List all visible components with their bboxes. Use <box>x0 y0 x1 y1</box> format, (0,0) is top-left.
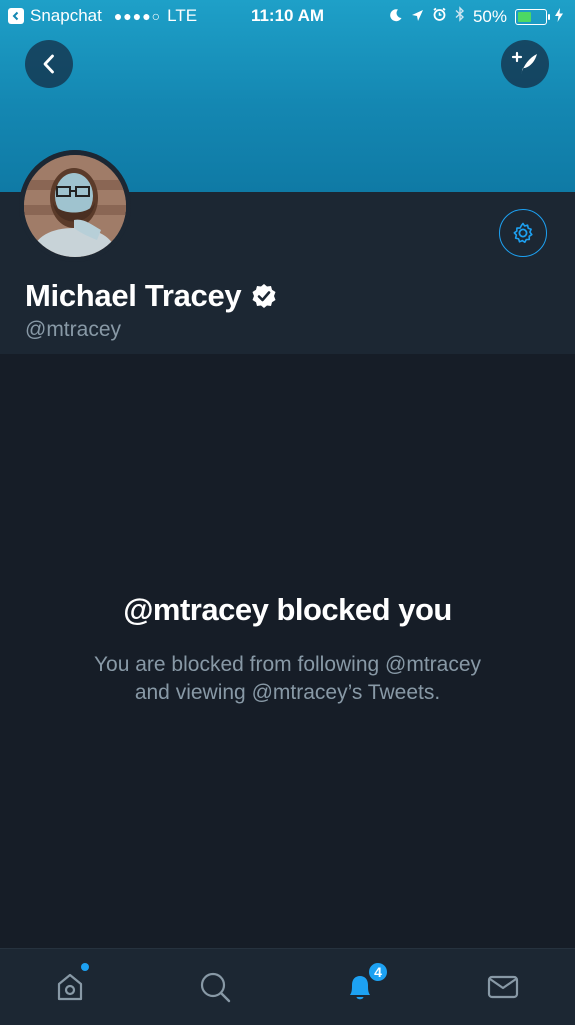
display-name: Michael Tracey <box>25 278 242 313</box>
home-new-content-dot <box>81 963 89 971</box>
compose-feather-icon <box>511 51 537 74</box>
profile-photo <box>19 150 131 262</box>
back-button[interactable] <box>25 40 73 88</box>
profile-name: Michael Tracey <box>25 278 277 314</box>
profile-handle: @mtracey <box>25 318 121 341</box>
location-arrow-icon <box>411 7 424 27</box>
blocked-message: You are blocked from following @mtracey … <box>40 651 535 707</box>
chevron-left-icon <box>43 54 54 74</box>
battery-icon <box>515 8 550 25</box>
home-icon <box>57 973 83 1001</box>
status-bar-right: 50% <box>389 6 563 27</box>
compose-tweet-button[interactable] <box>501 40 549 88</box>
battery-level <box>518 11 531 22</box>
bluetooth-icon <box>455 6 465 27</box>
charging-icon <box>555 7 563 27</box>
search-icon <box>200 972 231 1003</box>
blocked-message-line-2: and viewing @mtracey’s Tweets. <box>134 681 441 704</box>
messages-icon <box>487 975 519 999</box>
blocked-title: @mtracey blocked you <box>123 592 452 627</box>
blocked-message-line-1: You are blocked from following @mtracey <box>93 653 482 676</box>
avatar[interactable] <box>19 150 131 262</box>
verified-badge-icon <box>252 284 276 308</box>
gear-icon <box>513 222 533 243</box>
status-bar: Snapchat ●●●●○ LTE 11:10 AM 50% <box>0 0 575 34</box>
tab-search[interactable] <box>195 967 235 1007</box>
bottom-tab-bar <box>0 948 575 1025</box>
alarm-icon <box>432 7 447 27</box>
tab-messages[interactable] <box>483 967 523 1007</box>
tab-home[interactable] <box>50 967 90 1007</box>
notifications-badge: 4 <box>367 961 389 983</box>
profile-settings-button[interactable] <box>499 209 547 257</box>
battery-percent: 50% <box>472 6 507 26</box>
moon-icon <box>389 7 403 27</box>
